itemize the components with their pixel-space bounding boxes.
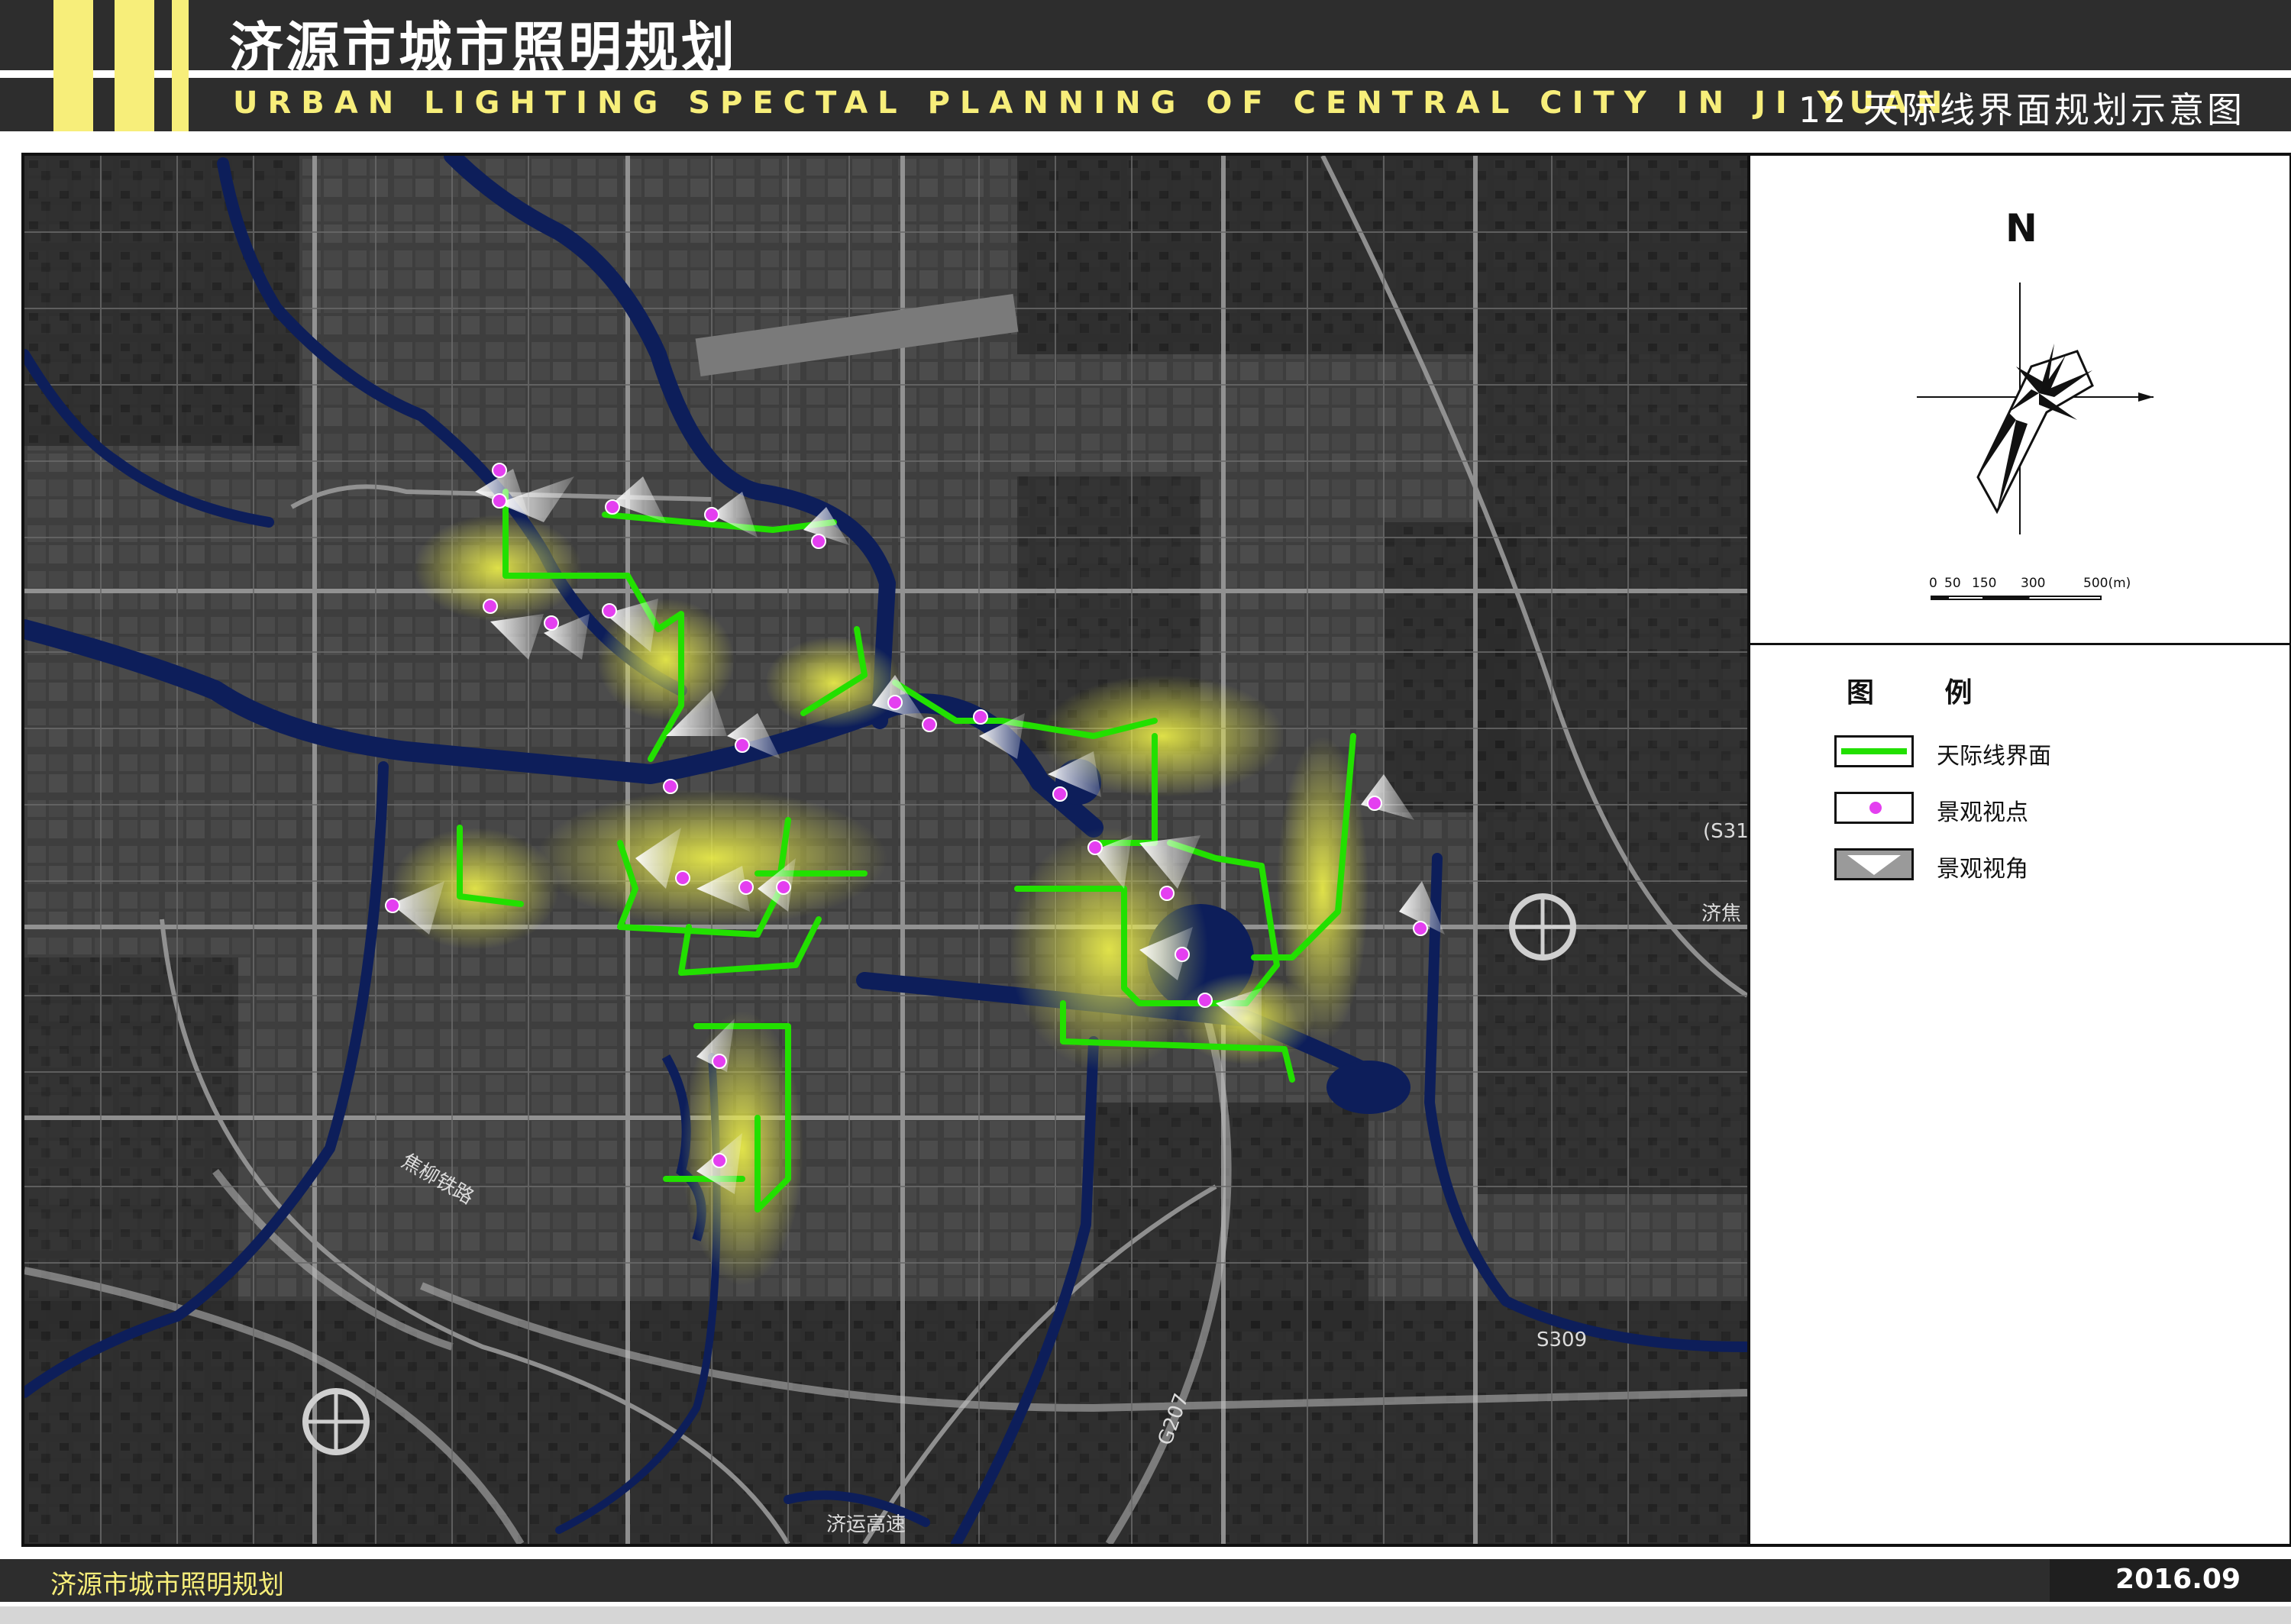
- legend-label: 天际线界面: [1937, 743, 2051, 770]
- legend-item-view-cone: 景观视角: [1834, 848, 2216, 883]
- page-title: 济源市城市照明规划: [229, 16, 738, 79]
- scale-tick: 0: [1929, 576, 1937, 591]
- road-label-jijiao: 济焦: [1701, 902, 1742, 925]
- road-label-s31: (S31: [1703, 820, 1747, 843]
- map-canvas[interactable]: 焦柳铁路 S309 G207 济运高速 (S31 济焦: [24, 156, 1747, 1544]
- header: 济源市城市照明规划 URBAN LIGHTING SPECTAL PLANNIN…: [0, 0, 2291, 134]
- footer-date: 2016.09: [2115, 1564, 2241, 1595]
- legend-label: 景观视角: [1937, 856, 2028, 883]
- scale-tick: 150: [1972, 576, 1997, 591]
- road-label-s309: S309: [1536, 1329, 1588, 1351]
- sheet-title: 12 天际线界面规划示意图: [1798, 89, 2245, 131]
- scale-tick: 300: [2021, 576, 2046, 591]
- legend-swatch-green-line: [1834, 735, 1914, 767]
- view-cone-icon: [1847, 855, 1901, 875]
- frame-divider-horizontal: [1750, 643, 2289, 645]
- legend-swatch-magenta-dot: [1834, 792, 1914, 824]
- header-stripe: [172, 0, 189, 131]
- footer-strip: [0, 1606, 2291, 1624]
- legend-swatch-view-cone: [1834, 848, 1914, 880]
- legend-title: 图 例: [1847, 677, 2003, 709]
- scale-tick: 500(m): [2083, 576, 2131, 591]
- legend-item-skyline: 天际线界面: [1834, 735, 2216, 770]
- legend-label: 景观视点: [1937, 799, 2028, 826]
- scale-tick: 50: [1944, 576, 1961, 591]
- compass-rose-icon: [1917, 283, 2154, 534]
- header-stripe: [53, 0, 93, 131]
- page-subtitle: URBAN LIGHTING SPECTAL PLANNING OF CENTR…: [233, 86, 1953, 121]
- frame-divider-vertical: [1747, 156, 1750, 1544]
- expressway-label: 济运高速: [826, 1513, 906, 1536]
- north-arrow: N: [1902, 206, 2176, 557]
- scale-bar: 0 50 150 300 500(m): [1929, 576, 2131, 606]
- footer-bar: [0, 1559, 2291, 1602]
- legend-item-viewpoint: 景观视点: [1834, 792, 2216, 826]
- header-stripe: [115, 0, 154, 131]
- map-svg: [24, 156, 1747, 1544]
- footer-title: 济源市城市照明规划: [50, 1570, 284, 1600]
